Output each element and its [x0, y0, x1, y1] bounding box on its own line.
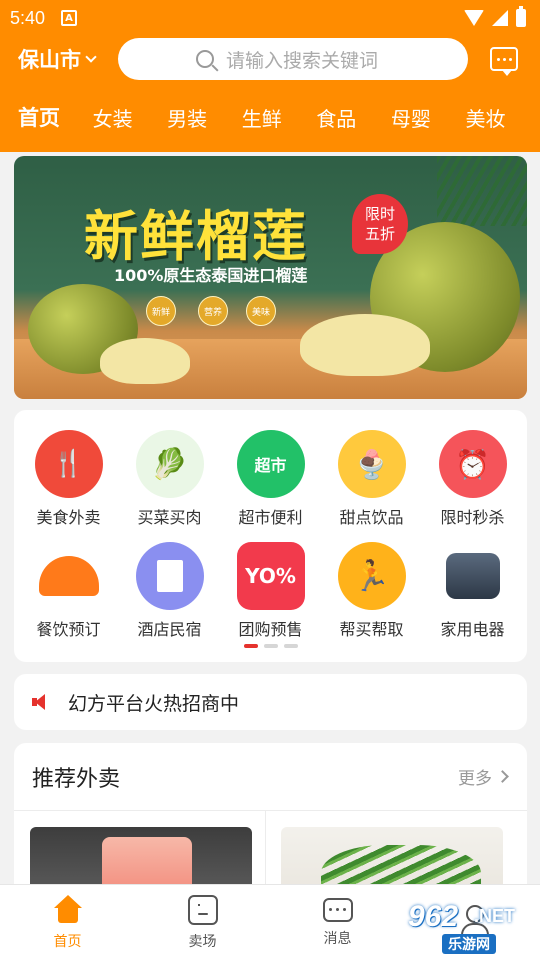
top-header-area: 5:40 A 保山市 请输入搜索关键词 首页 女装 男装 生鲜 食品 母婴 美妆: [0, 0, 540, 152]
nav-home-label: 首页: [53, 933, 82, 950]
coupon-icon-text: YO%: [245, 564, 296, 588]
city-name: 保山市: [18, 48, 81, 72]
rice-cooker-icon: [438, 542, 507, 610]
search-placeholder: 请输入搜索关键词: [226, 49, 379, 72]
notification-icon: A: [61, 10, 78, 26]
speaker-icon: [32, 694, 46, 710]
badge-fresh: 新鲜: [146, 296, 176, 326]
promo-line1: 限时: [364, 205, 395, 223]
page-dot: [283, 644, 298, 648]
category-hotel[interactable]: 酒店民宿: [119, 542, 220, 640]
home-icon: [53, 894, 83, 925]
page-dot: [263, 644, 278, 648]
vegetable-icon: 🥬: [135, 430, 204, 498]
announcement-bar[interactable]: 幻方平台火热招商中: [14, 674, 527, 730]
nav-market-label: 卖场: [188, 933, 217, 950]
chevron-right-icon: [496, 770, 509, 783]
category-label: 限时秒杀: [440, 508, 505, 527]
category-grid: 🍴 美食外卖 🥬 买菜买肉 超市 超市便利 🍨 甜点饮品 ⏰ 限时秒杀 餐饮预订…: [14, 410, 527, 640]
tab-food[interactable]: 食品: [316, 103, 391, 132]
battery-icon: [516, 6, 526, 27]
tab-fresh[interactable]: 生鲜: [242, 103, 317, 132]
more-link[interactable]: 更多: [458, 764, 509, 789]
wifi-icon: [464, 10, 484, 26]
tab-women[interactable]: 女装: [93, 103, 168, 132]
market-icon: [187, 894, 218, 925]
status-time: 5:40: [10, 7, 46, 28]
palm-leaf-decoration: [437, 156, 527, 226]
category-label: 餐饮预订: [36, 620, 101, 639]
recommend-title: 推荐外卖: [32, 766, 121, 792]
category-label: 美食外卖: [36, 508, 101, 527]
city-selector[interactable]: 保山市: [18, 44, 118, 74]
search-input[interactable]: 请输入搜索关键词: [118, 38, 468, 80]
status-bar: 5:40 A: [0, 0, 540, 36]
message-icon[interactable]: [490, 47, 518, 76]
category-label: 买菜买肉: [137, 508, 202, 527]
watermark-name: 乐游网: [442, 934, 496, 954]
more-label: 更多: [458, 769, 492, 789]
nav-market[interactable]: 卖场: [135, 885, 270, 960]
watermark-suffix: .NET: [474, 906, 516, 926]
category-label: 帮买帮取: [339, 620, 404, 639]
page-indicator: [14, 644, 527, 648]
category-errand[interactable]: 🏃 帮买帮取: [321, 542, 422, 640]
tab-home[interactable]: 首页: [18, 102, 93, 132]
alarm-clock-icon: ⏰: [438, 430, 507, 498]
nav-messages[interactable]: 消息: [270, 885, 405, 960]
category-label: 甜点饮品: [339, 508, 404, 527]
food-cover-icon: [34, 542, 103, 610]
promo-badge: 限时 五折: [352, 194, 408, 254]
category-grocery[interactable]: 🥬 买菜买肉: [119, 430, 220, 528]
tab-men[interactable]: 男装: [167, 103, 242, 132]
supermarket-icon-text: 超市: [254, 456, 287, 475]
promo-banner[interactable]: 新鲜榴莲 限时 五折 100%原生态泰国进口榴莲 新鲜 营养 美味: [14, 156, 527, 399]
app-header: 保山市 请输入搜索关键词: [0, 36, 540, 82]
announcement-text: 幻方平台火热招商中: [68, 692, 240, 715]
category-grid-card: 🍴 美食外卖 🥬 买菜买肉 超市 超市便利 🍨 甜点饮品 ⏰ 限时秒杀 餐饮预订…: [14, 410, 527, 662]
search-icon: [196, 50, 214, 68]
chevron-down-icon: [85, 50, 97, 63]
runner-icon: 🏃: [337, 542, 406, 610]
category-label: 团购预售: [238, 620, 303, 639]
coupon-icon: YO%: [236, 542, 305, 610]
category-supermarket[interactable]: 超市 超市便利: [220, 430, 321, 528]
watermark-number: 962: [408, 900, 459, 933]
status-right: [464, 6, 526, 27]
tab-baby[interactable]: 母婴: [391, 103, 466, 132]
message-icon: [322, 897, 353, 922]
durian-flesh-left: [100, 338, 190, 384]
category-label: 酒店民宿: [137, 620, 202, 639]
page-dot-active: [243, 644, 258, 648]
category-group-buy[interactable]: YO% 团购预售: [220, 542, 321, 640]
tab-beauty[interactable]: 美妆: [465, 103, 540, 132]
category-label: 超市便利: [238, 508, 303, 527]
signal-icon: [492, 10, 508, 26]
recommend-section: 推荐外卖 更多: [14, 743, 527, 903]
fork-spoon-icon: 🍴: [34, 430, 103, 498]
banner-subtitle: 100%原生态泰国进口榴莲: [114, 266, 308, 285]
category-restaurant-booking[interactable]: 餐饮预订: [18, 542, 119, 640]
nav-messages-label: 消息: [323, 930, 352, 947]
banner-title: 新鲜榴莲: [84, 205, 308, 268]
nav-home[interactable]: 首页: [0, 885, 135, 960]
site-watermark: 962 .NET 乐游网: [402, 898, 534, 954]
category-flash-sale[interactable]: ⏰ 限时秒杀: [422, 430, 523, 528]
dessert-icon: 🍨: [337, 430, 406, 498]
durian-flesh-right: [300, 314, 430, 376]
category-dessert[interactable]: 🍨 甜点饮品: [321, 430, 422, 528]
badge-tasty: 美味: [246, 296, 276, 326]
category-label: 家用电器: [440, 620, 505, 639]
recommend-header: 推荐外卖 更多: [14, 743, 527, 811]
hotel-icon: [135, 542, 204, 610]
badge-nutrition: 营养: [198, 296, 228, 326]
supermarket-icon: 超市: [236, 430, 305, 498]
category-appliances[interactable]: 家用电器: [422, 542, 523, 640]
promo-line2: 五折: [364, 225, 395, 243]
category-food-delivery[interactable]: 🍴 美食外卖: [18, 430, 119, 528]
category-tabs: 首页 女装 男装 生鲜 食品 母婴 美妆: [0, 82, 540, 152]
